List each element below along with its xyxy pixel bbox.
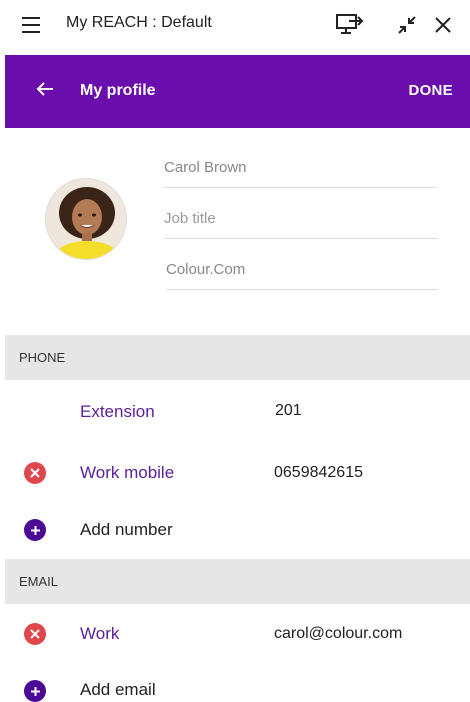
close-icon[interactable] bbox=[428, 10, 458, 40]
job-title-input[interactable] bbox=[164, 203, 438, 233]
work-mobile-value[interactable]: 0659842615 bbox=[274, 464, 363, 482]
profile-header: My profile DONE bbox=[5, 55, 470, 128]
work-mobile-label[interactable]: Work mobile bbox=[80, 463, 174, 483]
avatar[interactable] bbox=[45, 178, 127, 260]
menu-icon[interactable] bbox=[22, 17, 40, 33]
title-bar: My REACH : Default bbox=[0, 0, 470, 50]
add-email-button[interactable]: Add email bbox=[80, 680, 156, 700]
minimize-icon[interactable] bbox=[392, 10, 422, 40]
add-number-button[interactable]: Add number bbox=[80, 520, 173, 540]
phone-section-header: PHONE bbox=[5, 335, 470, 380]
extension-label: Extension bbox=[80, 402, 155, 421]
job-title-field[interactable] bbox=[164, 203, 438, 239]
add-number-icon[interactable] bbox=[24, 519, 46, 541]
work-email-value[interactable]: carol@colour.com bbox=[274, 625, 402, 643]
name-field[interactable] bbox=[164, 152, 436, 188]
add-email-icon[interactable] bbox=[24, 680, 46, 702]
work-email-label[interactable]: Work bbox=[80, 624, 119, 644]
cast-screen-icon[interactable] bbox=[335, 10, 365, 40]
remove-work-email-icon[interactable] bbox=[24, 623, 46, 645]
back-arrow-icon[interactable] bbox=[33, 77, 57, 101]
name-input[interactable] bbox=[164, 152, 436, 182]
remove-work-mobile-icon[interactable] bbox=[24, 462, 46, 484]
company-input[interactable] bbox=[166, 254, 438, 284]
extension-value[interactable]: 201 bbox=[275, 402, 302, 420]
page-title: My profile bbox=[80, 82, 156, 99]
app-title: My REACH : Default bbox=[66, 14, 212, 31]
email-section-header: EMAIL bbox=[5, 559, 470, 604]
company-field[interactable] bbox=[166, 254, 438, 290]
done-button[interactable]: DONE bbox=[408, 82, 453, 99]
